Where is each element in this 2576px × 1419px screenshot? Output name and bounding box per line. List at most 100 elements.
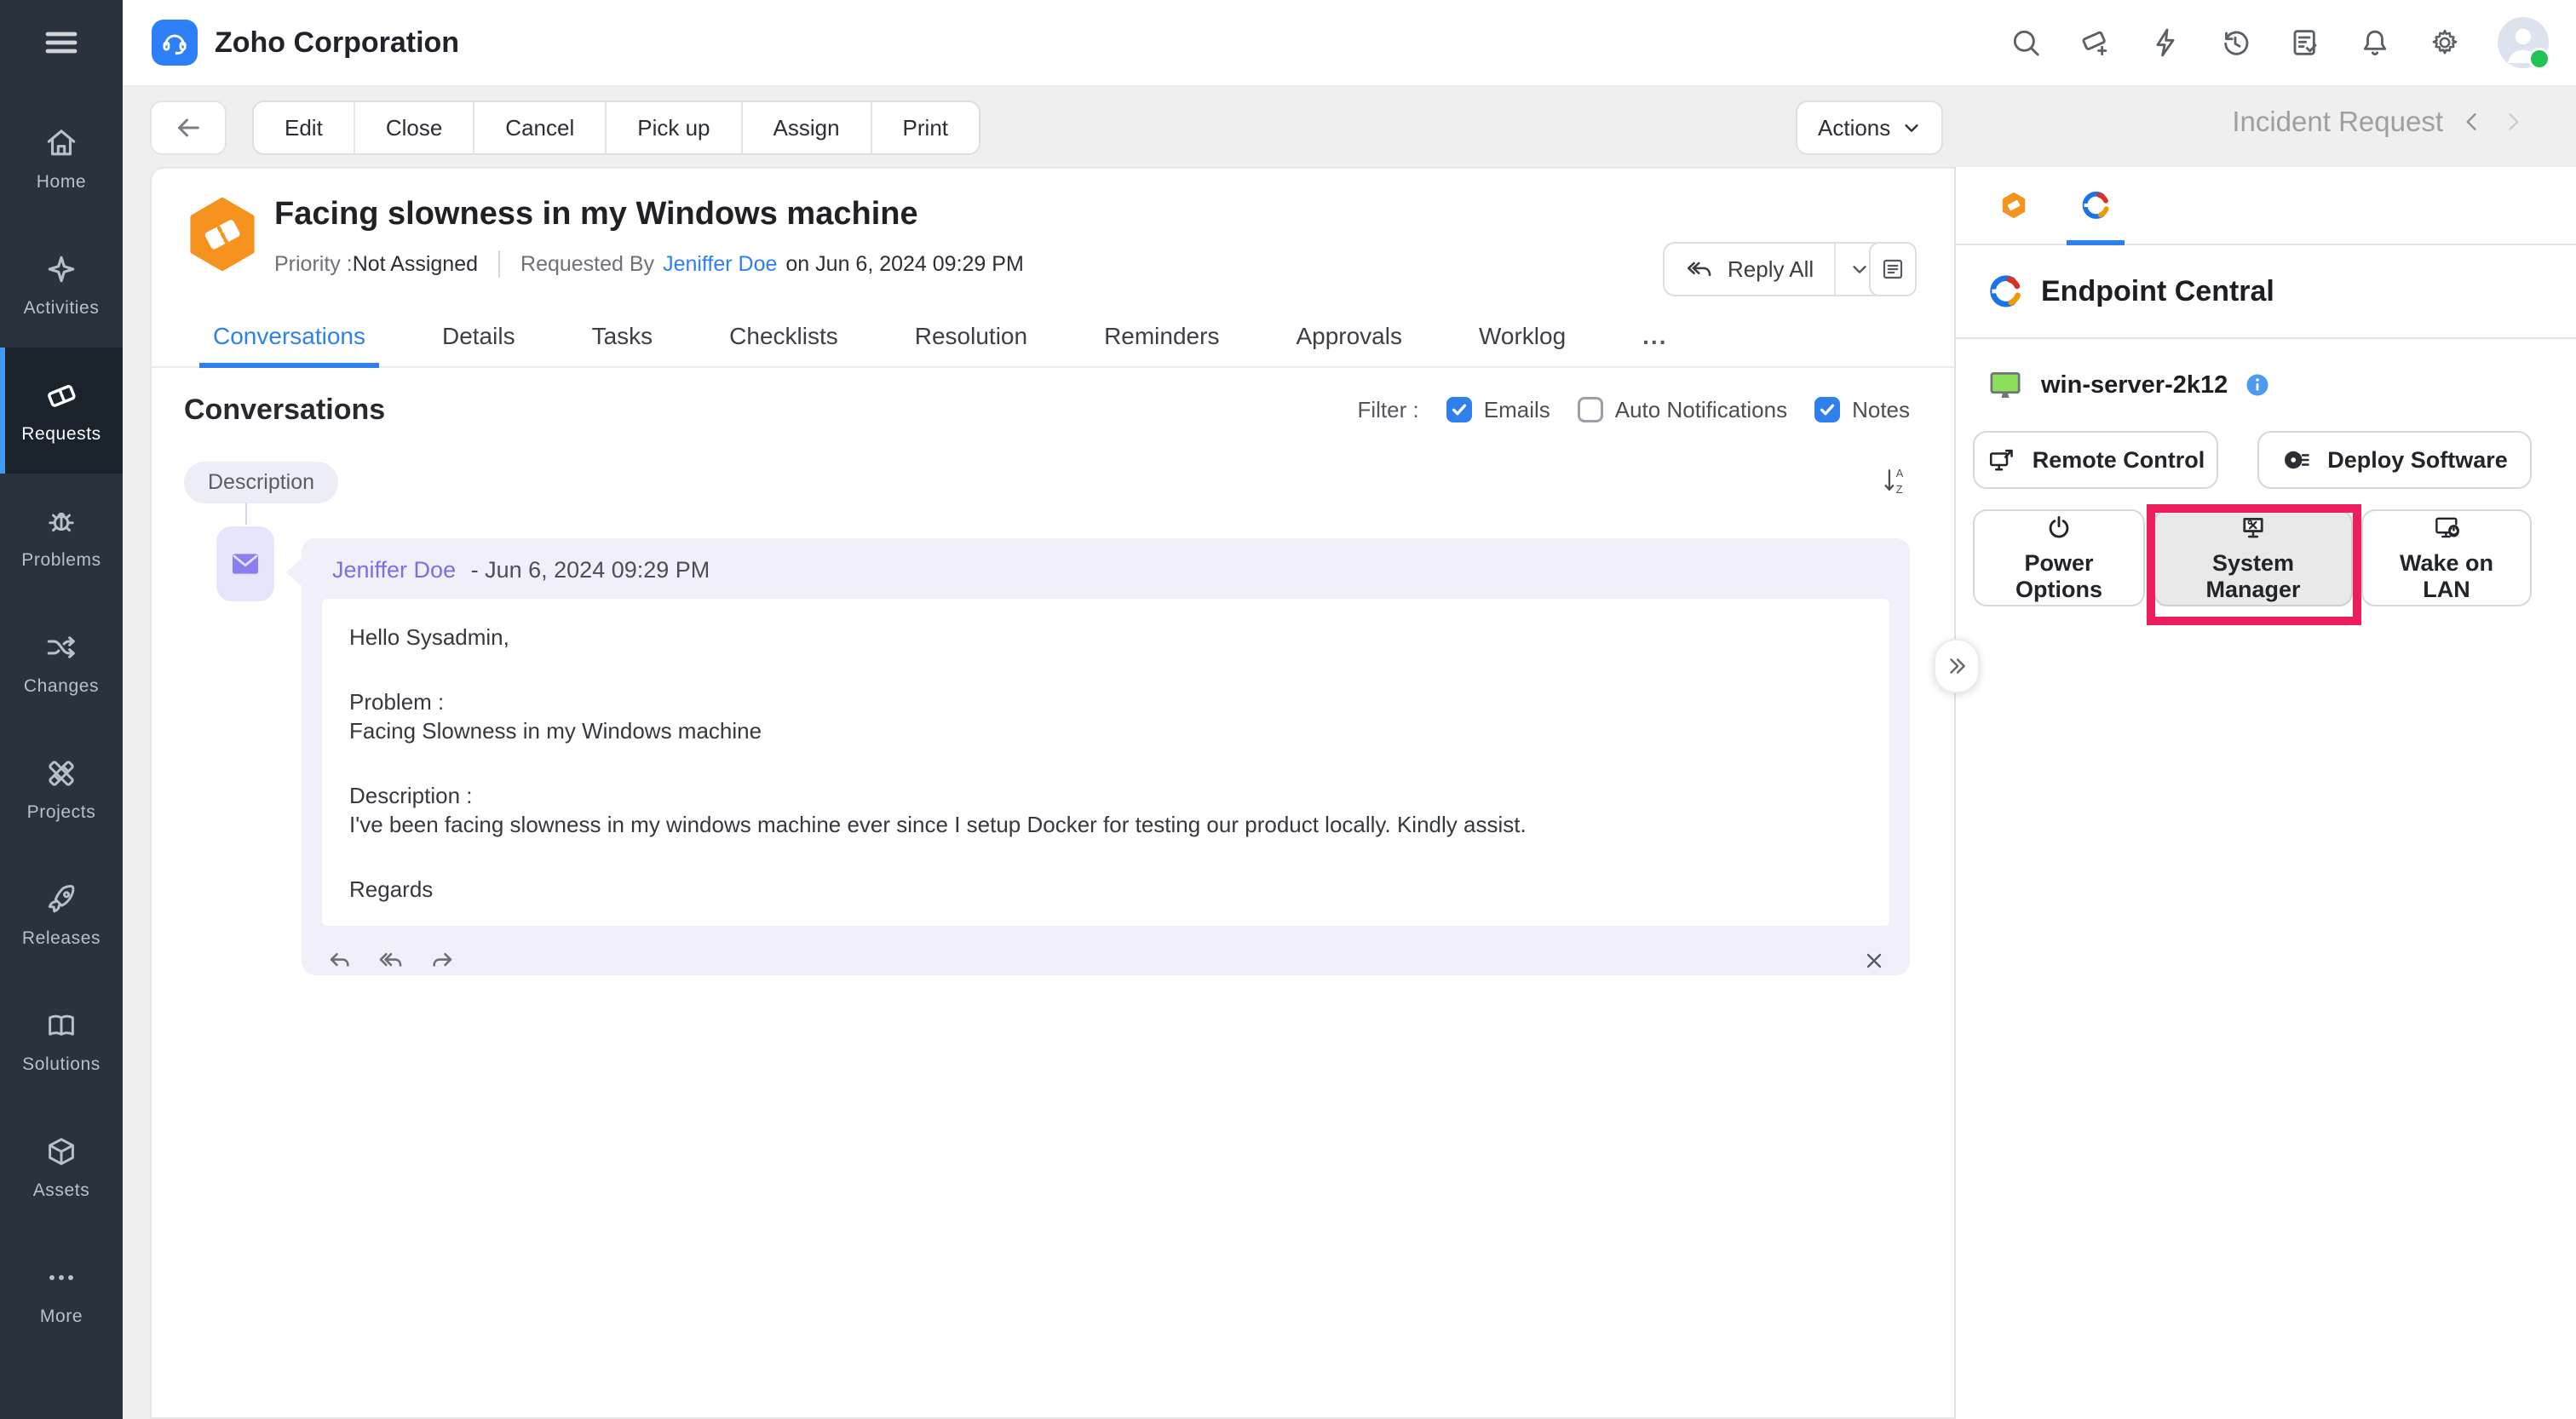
home-icon [43,124,80,162]
tab-conversations[interactable]: Conversations [210,307,369,366]
tab-resolution[interactable]: Resolution [911,307,1031,366]
tab-more[interactable]: ... [1639,307,1670,366]
checkbox-checked-icon[interactable] [1814,397,1840,422]
forward-icon[interactable] [428,946,457,975]
system-manager-button[interactable]: System Manager [2153,509,2353,606]
sidebar-item-releases[interactable]: Releases [0,852,123,978]
page-title: Incident Request [2232,106,2443,138]
remote-control-button[interactable]: Remote Control [1973,431,2218,489]
conversation-filters: Filter : Emails Auto Notifications Notes [1358,397,1911,423]
approvals-icon[interactable] [2288,26,2322,60]
projects-icon [43,755,80,792]
reply-icon[interactable] [325,946,354,975]
reply-all-button[interactable]: Reply All [1665,255,1834,284]
quick-actions-icon[interactable] [2148,26,2182,60]
history-icon[interactable] [2218,26,2252,60]
filter-emails[interactable]: Emails [1446,397,1550,423]
topbar-icons [2009,17,2576,68]
sidebar-item-activities[interactable]: Activities [0,221,123,348]
brand: Zoho Corporation [152,20,459,66]
sidebar-item-assets[interactable]: Assets [0,1104,123,1230]
releases-icon [43,881,80,918]
back-arrow-icon [173,112,204,143]
assets-icon [43,1133,80,1170]
collapse-panel-button[interactable] [1934,639,1980,693]
wake-on-lan-button[interactable]: Wake on LAN [2361,509,2532,606]
request-title: Facing slowness in my Windows machine [274,196,918,233]
add-note-button[interactable] [1869,242,1917,296]
previous-request-icon[interactable] [2460,110,2484,134]
request-detail-card: Facing slowness in my Windows machine Pr… [150,167,1954,1419]
tab-reminders[interactable]: Reminders [1101,307,1222,366]
settings-icon[interactable] [2428,26,2462,60]
checkbox-unchecked-icon[interactable] [1578,397,1603,422]
more-icon [43,1259,80,1296]
close-button[interactable]: Close [355,102,474,153]
sidebar-item-requests[interactable]: Requests [0,348,123,474]
tab-approvals[interactable]: Approvals [1292,307,1406,366]
print-button[interactable]: Print [872,102,979,153]
description-chip[interactable]: Description [184,462,338,503]
close-icon[interactable] [1862,949,1886,973]
actions-dropdown-button[interactable]: Actions [1796,101,1943,155]
email-bubble: Jeniffer Doe - Jun 6, 2024 09:29 PM Hell… [302,538,1910,975]
request-tabs: Conversations Details Tasks Checklists R… [152,307,1954,368]
tab-checklists[interactable]: Checklists [726,307,842,366]
tab-endpoint-central[interactable] [2061,167,2130,244]
sidebar-item-solutions[interactable]: Solutions [0,978,123,1104]
hamburger-menu-button[interactable] [0,0,123,85]
notifications-icon[interactable] [2358,26,2392,60]
edit-button[interactable]: Edit [254,102,355,153]
requested-on: on Jun 6, 2024 09:29 PM [785,252,1023,277]
email-line: I've been facing slowness in my windows … [349,810,1862,839]
email-line: Hello Sysadmin, [349,623,1862,652]
tab-worklog[interactable]: Worklog [1475,307,1569,366]
sender-link[interactable]: Jeniffer Doe [332,557,456,583]
email-line: Facing Slowness in my Windows machine [349,716,1862,745]
sidebar-item-projects[interactable]: Projects [0,726,123,852]
remote-control-icon [1987,445,2017,475]
add-request-icon[interactable] [2079,26,2113,60]
endpoint-central-header: Endpoint Central [1956,245,2576,339]
app-screen: Home Activities Requests Problems Change… [0,0,2576,1419]
device-actions-row-2: Power Options System Manager Wake on LAN [1973,509,2532,606]
power-options-button[interactable]: Power Options [1973,509,2145,606]
tab-request-details[interactable] [1980,167,2048,244]
svg-text:A: A [1896,467,1904,480]
envelope-icon [228,547,262,581]
double-chevron-right-icon [1946,655,1968,677]
cancel-button[interactable]: Cancel [474,102,607,153]
top-header: Zoho Corporation [123,0,2576,87]
reply-all-icon[interactable] [377,946,405,975]
reply-all-split-button: Reply All [1663,242,1885,296]
user-avatar[interactable] [2498,17,2549,68]
request-toolbar: Edit Close Cancel Pick up Assign Print A… [123,85,2576,167]
svg-text:Z: Z [1896,483,1903,496]
assign-button[interactable]: Assign [743,102,872,153]
checkbox-checked-icon[interactable] [1446,397,1472,422]
sidebar-item-problems[interactable]: Problems [0,474,123,600]
request-hexagon-icon [1998,190,2029,221]
pickup-button[interactable]: Pick up [607,102,742,153]
tab-tasks[interactable]: Tasks [589,307,657,366]
endpoint-central-logo-icon [2079,189,2112,221]
sidebar-item-home[interactable]: Home [0,95,123,221]
sidebar-item-more[interactable]: More [0,1230,123,1356]
search-icon[interactable] [2009,26,2043,60]
next-request-icon[interactable] [2501,110,2525,134]
deploy-software-button[interactable]: Deploy Software [2257,431,2532,489]
chevron-down-icon [1902,118,1921,137]
requested-by-label: Requested By [520,252,654,277]
requester-link[interactable]: Jeniffer Doe [663,252,777,277]
info-icon[interactable] [2245,372,2270,398]
filter-notes[interactable]: Notes [1814,397,1910,423]
request-meta: Priority : Not Assigned Requested By Jen… [274,250,1024,278]
email-body: Hello Sysadmin, Problem : Facing Slownes… [322,599,1889,926]
conversation-group-row: Description AZ [152,451,1954,513]
sidebar-item-changes[interactable]: Changes [0,600,123,726]
sort-az-icon[interactable]: AZ [1881,465,1910,497]
tab-details[interactable]: Details [439,307,519,366]
deploy-software-icon [2281,445,2312,475]
filter-auto-notifications[interactable]: Auto Notifications [1578,397,1787,423]
back-button[interactable] [150,101,227,155]
